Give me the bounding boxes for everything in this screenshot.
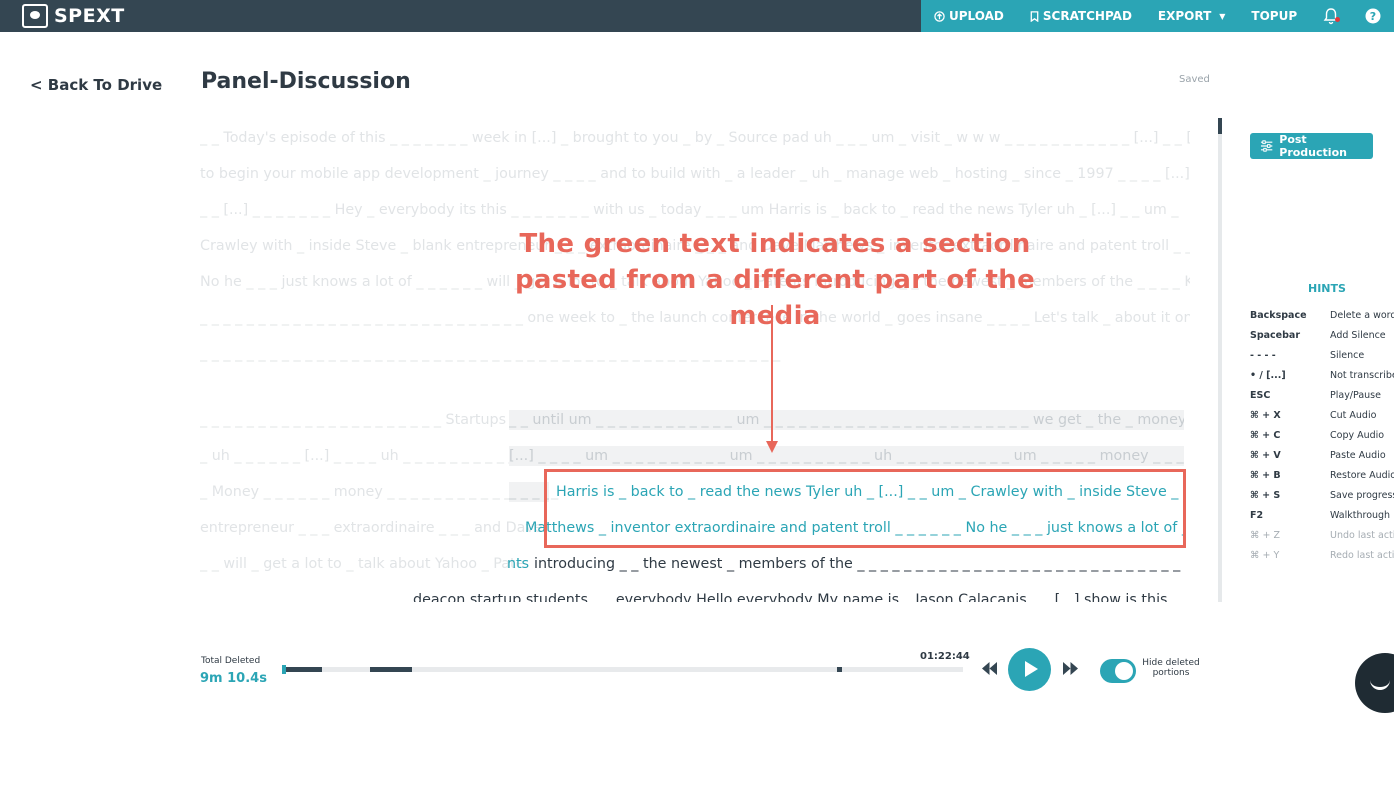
- bell-icon: [1323, 8, 1339, 25]
- annotation-arrow: [771, 305, 773, 443]
- transcript-line[interactable]: _ _ will _ get a lot to _ talk about Yah…: [200, 554, 524, 574]
- save-status: Saved: [1179, 74, 1210, 85]
- transcript-scrollbar[interactable]: [1218, 118, 1222, 602]
- hint-description: Not transcribed: [1330, 370, 1394, 381]
- pasted-segment[interactable]: nts: [507, 554, 529, 574]
- rewind-icon: [982, 662, 997, 675]
- transcript-line[interactable]: _ _ _ _ _ _ _ _ _ _ _ _ _ _ _ _ _ _ _ _ …: [200, 344, 780, 364]
- help-button[interactable]: ?: [1352, 0, 1394, 32]
- hint-description: Add Silence: [1330, 330, 1386, 341]
- hint-key: ⌘ + B: [1250, 470, 1281, 481]
- sliders-icon: [1260, 140, 1273, 152]
- hint-description: Walkthrough: [1330, 510, 1391, 521]
- page-title: Panel-Discussion: [201, 69, 411, 94]
- total-deleted-value: 9m 10.4s: [200, 671, 267, 686]
- notification-dot: [1335, 17, 1341, 22]
- play-button[interactable]: [1008, 648, 1051, 691]
- transcript-line[interactable]: to begin your mobile app development _ j…: [200, 164, 1190, 184]
- annotation-callout: The green text indicates a section paste…: [475, 226, 1075, 334]
- topup-label: TOPUP: [1251, 9, 1298, 23]
- upload-label: UPLOAD: [949, 9, 1004, 23]
- chat-widget-button[interactable]: [1355, 653, 1394, 713]
- chevron-down-icon: ▼: [1219, 11, 1226, 21]
- transcript-line[interactable]: _ Money _ _ _ _ _ _ money _ _ _ _ _ _ _ …: [200, 482, 558, 502]
- total-deleted-label: Total Deleted: [201, 656, 261, 666]
- fast-forward-icon: [1063, 662, 1078, 675]
- hint-description: Silence: [1330, 350, 1365, 361]
- hint-description: Copy Audio: [1330, 430, 1385, 441]
- fast-forward-button[interactable]: [1062, 660, 1079, 681]
- transcript-line[interactable]: _ _ _ _ _ _ _ _ _ _ _ _ _ _ _ _ _ _ _ _ …: [200, 410, 529, 430]
- deleted-segment[interactable]: _ _ until um _ _ _ _ _ _ _ _ _ _ _ _ um …: [509, 410, 1184, 430]
- hint-description: Save progress: [1330, 490, 1394, 501]
- hint-description: Cut Audio: [1330, 410, 1377, 421]
- topup-button[interactable]: TOPUP: [1238, 0, 1310, 32]
- deleted-segment[interactable]: _ _ _ _: [509, 482, 549, 502]
- back-to-drive-link[interactable]: < Back To Drive: [30, 76, 162, 94]
- hint-description: Paste Audio: [1330, 450, 1386, 461]
- export-button[interactable]: EXPORT ▼: [1145, 0, 1239, 32]
- hint-key: ⌘ + V: [1250, 450, 1281, 461]
- hint-description: Undo last action: [1330, 530, 1394, 541]
- playhead[interactable]: [282, 665, 286, 674]
- logo-icon: [22, 4, 48, 28]
- hint-key: Backspace: [1250, 310, 1307, 321]
- transcript-line[interactable]: _ _ Today's episode of this _ _ _ _ _ _ …: [200, 128, 1190, 148]
- svg-text:?: ?: [1370, 10, 1376, 23]
- timeline-track[interactable]: [282, 665, 963, 674]
- hide-deleted-label: Hide deleted portions: [1142, 658, 1200, 678]
- deleted-region: [284, 667, 322, 672]
- upload-button[interactable]: UPLOAD: [921, 0, 1017, 32]
- logo[interactable]: SPEXT: [22, 2, 125, 30]
- transcript-line[interactable]: introducing _ _ the newest _ members of …: [534, 554, 1184, 574]
- notifications-button[interactable]: [1310, 0, 1352, 32]
- hint-key: F2: [1250, 510, 1264, 521]
- scratchpad-button[interactable]: SCRATCHPAD: [1017, 0, 1145, 32]
- hint-key: ⌘ + C: [1250, 430, 1281, 441]
- help-icon: ?: [1365, 8, 1381, 24]
- annotation-highlight-box: [544, 469, 1186, 548]
- hint-key: ⌘ + Y: [1250, 550, 1280, 561]
- hint-description: Play/Pause: [1330, 390, 1381, 401]
- transcript-line[interactable]: _ uh _ _ _ _ _ _ [...] _ _ _ _ uh _ _ _ …: [200, 446, 527, 466]
- hint-key: ESC: [1250, 390, 1271, 401]
- hide-deleted-toggle[interactable]: [1100, 659, 1136, 683]
- annotation-line-2: pasted from a different part of the medi…: [514, 265, 1036, 331]
- logo-text: SPEXT: [54, 5, 125, 27]
- annotation-arrow-head: [766, 441, 778, 453]
- deleted-segment[interactable]: [...] _ _ _ _ um _ _ _ _ _ _ _ _ _ _ um …: [509, 446, 1184, 466]
- scrollbar-thumb[interactable]: [1218, 118, 1222, 134]
- post-production-label: Post Production: [1279, 133, 1347, 159]
- deleted-region: [837, 667, 842, 672]
- rewind-button[interactable]: [981, 660, 998, 681]
- top-menu: UPLOAD SCRATCHPAD EXPORT ▼ TOPUP ?: [921, 0, 1394, 32]
- hint-key: ⌘ + S: [1250, 490, 1281, 501]
- deleted-region: [370, 667, 412, 672]
- hint-description: Delete a word: [1330, 310, 1394, 321]
- hint-key: ⌘ + Z: [1250, 530, 1281, 541]
- hints-title: HINTS: [1308, 282, 1346, 295]
- hint-key: ⌘ + X: [1250, 410, 1281, 421]
- annotation-line-1: The green text indicates a section: [519, 229, 1031, 259]
- top-bar: SPEXT UPLOAD SCRATCHPAD EXPORT ▼ TOPUP ?: [0, 0, 1394, 32]
- hint-description: Redo last action: [1330, 550, 1394, 561]
- post-production-button[interactable]: Post Production: [1250, 133, 1373, 159]
- scratchpad-label: SCRATCHPAD: [1042, 9, 1132, 23]
- export-label: EXPORT: [1157, 9, 1212, 23]
- upload-icon: [934, 10, 945, 22]
- hint-key: • / [...]: [1250, 370, 1286, 381]
- transcript-line[interactable]: entrepreneur _ _ _ extraordinaire _ _ _ …: [200, 518, 543, 538]
- transcript-line[interactable]: deacon startup students _ _ everybody He…: [413, 590, 1168, 602]
- transcript-line[interactable]: _ _ [...] _ _ _ _ _ _ _ Hey _ everybody …: [200, 200, 1179, 220]
- bookmark-icon: [1030, 10, 1039, 22]
- hint-description: Restore Audio: [1330, 470, 1394, 481]
- hint-key: - - - -: [1250, 350, 1276, 361]
- hint-key: Spacebar: [1250, 330, 1301, 341]
- duration-label: 01:22:44: [920, 651, 970, 662]
